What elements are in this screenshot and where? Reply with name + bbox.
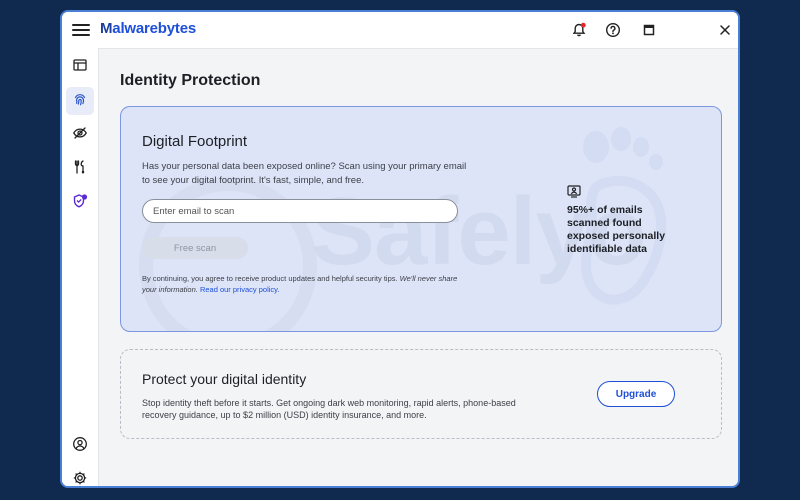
app-logo: Malwarebytes bbox=[100, 20, 196, 37]
protect-identity-card: Protect your digital identity Stop ident… bbox=[120, 349, 722, 439]
app-window: Malwarebytes Identity Protection Safelyo… bbox=[60, 10, 740, 488]
menu-icon[interactable] bbox=[72, 21, 90, 39]
email-scan-input[interactable] bbox=[142, 199, 458, 223]
sidebar bbox=[62, 48, 99, 486]
sidebar-item-identity[interactable] bbox=[66, 87, 94, 115]
maximize-icon[interactable] bbox=[640, 21, 658, 39]
sidebar-item-privacy[interactable] bbox=[66, 121, 94, 149]
upgrade-button[interactable]: Upgrade bbox=[597, 381, 675, 407]
free-scan-button[interactable]: Free scan bbox=[142, 237, 248, 259]
dashboard-icon bbox=[72, 57, 88, 78]
protect-title: Protect your digital identity bbox=[142, 371, 307, 387]
sidebar-item-tools[interactable] bbox=[66, 155, 94, 183]
sidebar-item-protection[interactable] bbox=[66, 189, 94, 217]
notification-bell-icon[interactable] bbox=[570, 21, 588, 39]
sidebar-item-settings[interactable] bbox=[66, 466, 94, 487]
digital-footprint-card: Safelyo Digital Footprint Has your perso… bbox=[120, 106, 722, 332]
legal-text: By continuing, you agree to receive prod… bbox=[142, 274, 398, 283]
sidebar-item-account[interactable] bbox=[66, 432, 94, 460]
privacy-eye-icon bbox=[72, 125, 88, 146]
footprint-description: Has your personal data been exposed onli… bbox=[142, 161, 467, 186]
main-content: Identity Protection Safelyo Digital Foot… bbox=[99, 48, 738, 486]
account-icon bbox=[72, 436, 88, 457]
page-title: Identity Protection bbox=[120, 72, 261, 89]
protect-description: Stop identity theft before it starts. Ge… bbox=[142, 398, 516, 420]
close-icon[interactable] bbox=[716, 21, 734, 39]
fingerprint-icon bbox=[72, 91, 88, 112]
privacy-policy-link[interactable]: Read our privacy policy. bbox=[200, 285, 279, 294]
settings-gear-icon bbox=[72, 470, 88, 487]
sidebar-item-dashboard[interactable] bbox=[66, 53, 94, 81]
monitor-person-icon bbox=[567, 185, 581, 198]
help-icon[interactable] bbox=[604, 21, 622, 39]
exposure-stat: 95%+ of emails scanned found exposed per… bbox=[567, 204, 666, 255]
title-bar: Malwarebytes bbox=[62, 12, 738, 49]
footprint-title: Digital Footprint bbox=[142, 133, 248, 150]
tools-icon bbox=[72, 159, 88, 180]
shield-alert-icon bbox=[72, 193, 88, 214]
legal-notice: By continuing, you agree to receive prod… bbox=[142, 273, 472, 295]
